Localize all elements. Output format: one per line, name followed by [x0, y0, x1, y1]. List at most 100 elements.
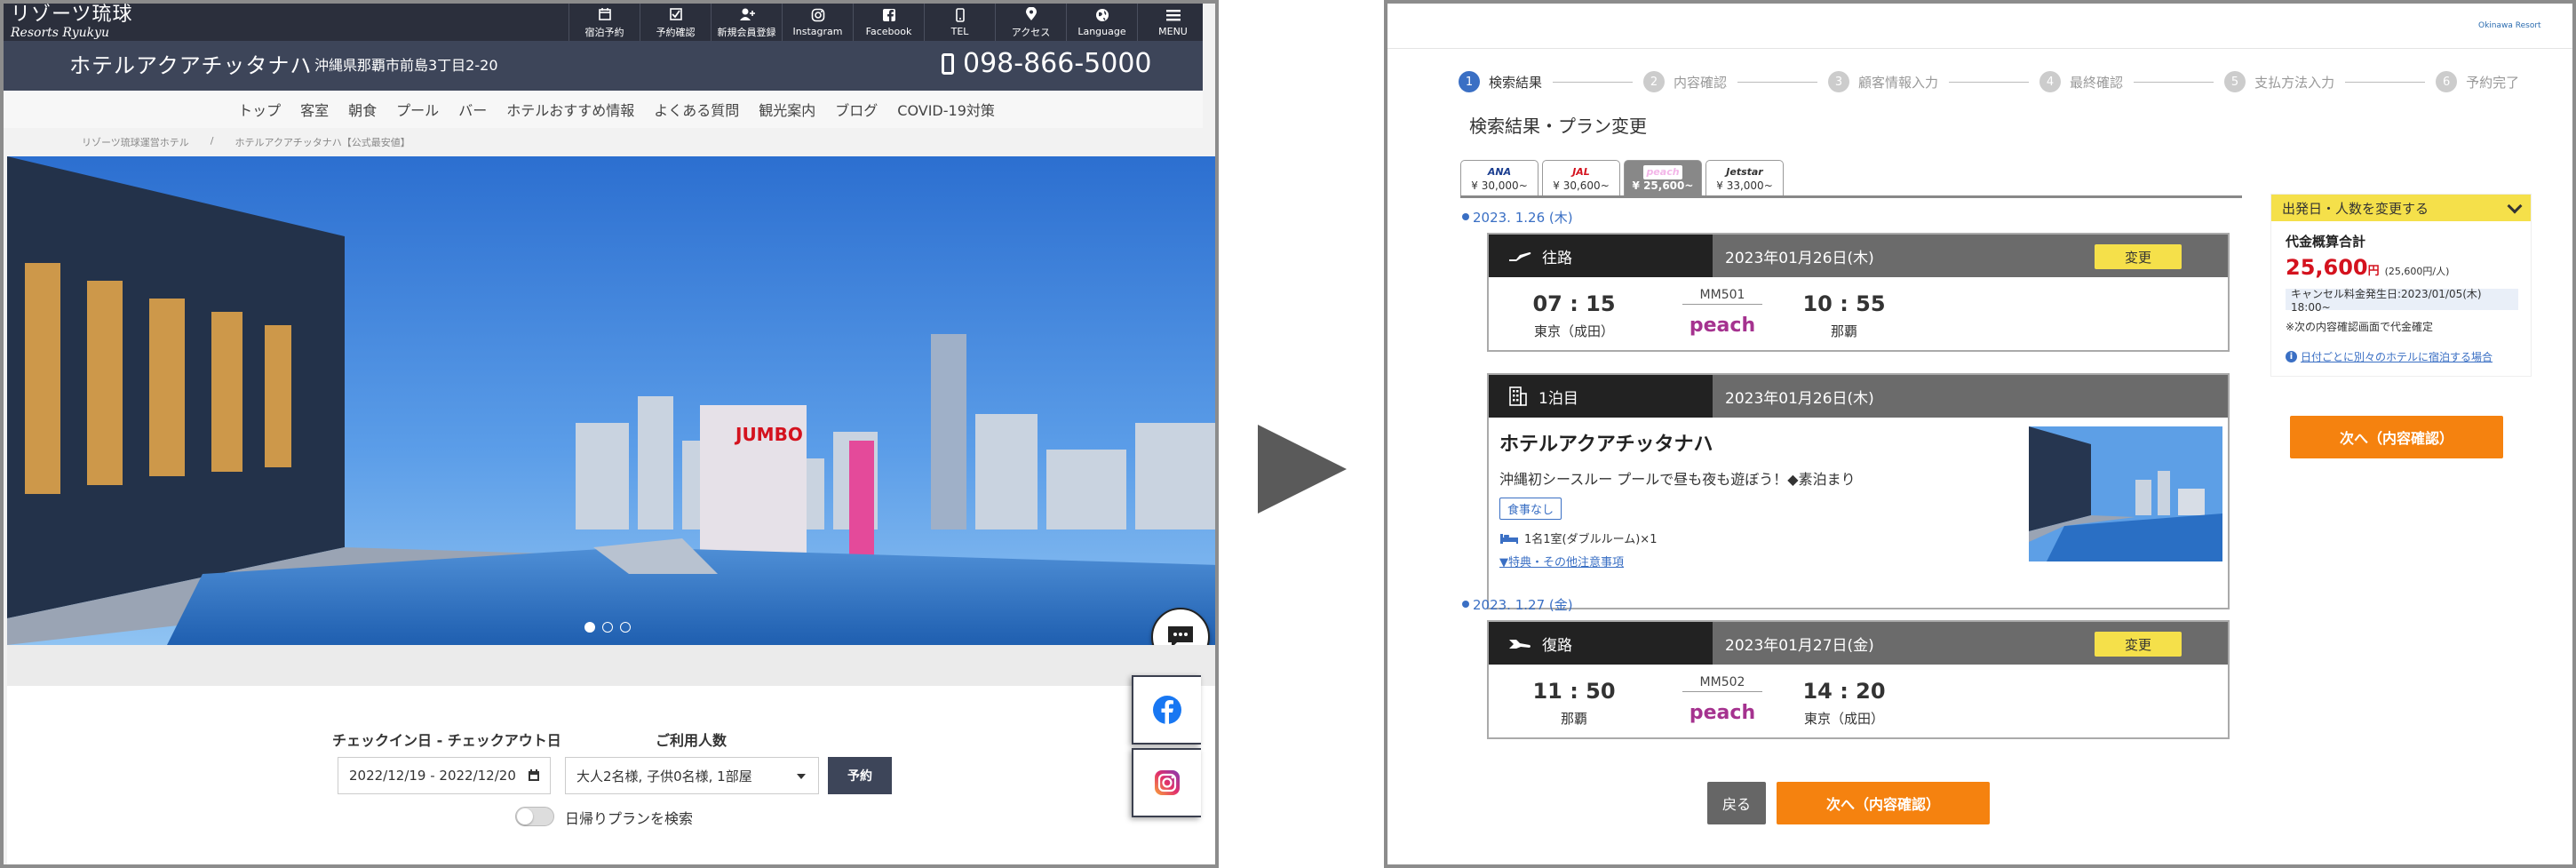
nav-label: Instagram	[792, 26, 843, 37]
nav-menu[interactable]: MENU	[1137, 4, 1208, 41]
card-type: 往路	[1489, 235, 1713, 277]
card-type-label: 1泊目	[1538, 389, 1578, 408]
menu-icon	[1165, 7, 1181, 23]
separate-hotels-link[interactable]: i 日付ごとに別々のホテルに宿泊する場合	[2286, 349, 2493, 364]
nav-reserve[interactable]: 宿泊予約	[568, 4, 640, 41]
inbound-flight-card: 復路 2023年01月27日(金) 変更 11 : 50 那覇 MM502 pe…	[1487, 620, 2230, 739]
departure-time: 07 : 15	[1532, 291, 1616, 316]
step-3: 3 顧客情報入力	[1828, 71, 2039, 92]
menu-item-faq[interactable]: よくある質問	[654, 99, 739, 120]
back-button[interactable]: 戻る	[1707, 782, 1766, 824]
tab-jal[interactable]: JAL ¥ 30,600~	[1542, 160, 1620, 195]
step-label: 検索結果	[1489, 74, 1543, 91]
menu-item-bar[interactable]: バー	[458, 99, 487, 120]
tab-ana[interactable]: ANA ¥ 30,000~	[1460, 160, 1538, 195]
page-title: 検索結果・プラン変更	[1469, 115, 1647, 137]
tab-jetstar[interactable]: Jetstar ¥ 33,000~	[1705, 160, 1784, 195]
date-range-input[interactable]: 2022/12/19 - 2022/12/20	[338, 757, 551, 794]
hotel-header: ホテルアクアチッタナハ 沖縄県那覇市前島3丁目2-20 098-866-5000	[4, 41, 1203, 91]
change-inbound-button[interactable]: 変更	[2095, 632, 2182, 657]
pin-icon	[1023, 6, 1039, 22]
guests-label: ご利用人数	[656, 732, 727, 749]
card-date-value: 2023年01月26日(木)	[1725, 249, 1874, 267]
step-connector	[1949, 81, 2030, 83]
menu-item-top[interactable]: トップ	[238, 99, 281, 120]
globe-icon	[1094, 7, 1110, 23]
benefits-link[interactable]: ▼特典・その他注意事項	[1499, 553, 1624, 569]
nav-instagram[interactable]: Instagram	[782, 4, 853, 41]
breadcrumb-item[interactable]: リゾーツ琉球運営ホテル	[82, 135, 189, 149]
plane-takeoff-icon	[1509, 252, 1531, 261]
hotel-name[interactable]: ホテルアクアチッタナハ	[69, 48, 312, 79]
hero-sign-text: JUMBO	[734, 424, 803, 445]
tab-price: ¥ 30,600~	[1553, 179, 1610, 192]
carousel-dot[interactable]	[584, 622, 595, 633]
tab-price: ¥ 30,000~	[1471, 179, 1528, 192]
menu-item-sightseeing[interactable]: 観光案内	[759, 99, 815, 120]
facebook-side-button[interactable]	[1132, 675, 1201, 745]
ana-logo-icon: ANA	[1487, 166, 1512, 178]
flight-number: MM501	[1682, 288, 1762, 305]
nav-confirm[interactable]: 予約確認	[640, 4, 711, 41]
separate-hotels-text: 日付ごとに別々のホテルに宿泊する場合	[2301, 351, 2493, 363]
nav-label: アクセス	[1011, 26, 1051, 38]
hotel-thumbnail[interactable]	[2029, 426, 2222, 561]
step-number: 6	[2436, 71, 2458, 92]
logo-japanese: リゾーツ琉球	[11, 4, 133, 26]
hero-image[interactable]: JUMBO	[7, 156, 1215, 645]
reserve-button[interactable]: 予約	[828, 757, 892, 794]
hotel-tel[interactable]: 098-866-5000	[942, 48, 1152, 79]
nav-register[interactable]: 新規会員登録	[711, 4, 782, 41]
menu-item-recommend[interactable]: ホテルおすすめ情報	[506, 99, 634, 120]
menu-item-rooms[interactable]: 客室	[300, 99, 329, 120]
card-header: 1泊目 2023年01月26日(木)	[1489, 375, 2228, 418]
top-bar: リゾーツ琉球 Resorts Ryukyu 宿泊予約 予約確認 新規会員登録 I…	[4, 4, 1203, 41]
hotel-details: ホテルアクアチッタナハ 沖縄初シースルー プールで昼も夜も遊ぼう！◆素泊まり 食…	[1489, 418, 2228, 608]
jetstar-logo-icon: Jetstar	[1726, 166, 1763, 178]
step-number: 5	[2224, 71, 2246, 92]
change-dates-label: 出発日・人数を変更する	[2282, 200, 2429, 217]
step-connector	[2345, 81, 2426, 83]
menu-item-pool[interactable]: プール	[396, 99, 439, 120]
resorts-ryukyu-logo[interactable]: リゾーツ琉球 Resorts Ryukyu	[11, 4, 144, 40]
info-icon: i	[2286, 351, 2297, 362]
menu-item-covid[interactable]: COVID-19対策	[897, 99, 995, 120]
menu-item-breakfast[interactable]: 朝食	[348, 99, 377, 120]
section-divider	[7, 645, 1215, 686]
nav-facebook[interactable]: Facebook	[853, 4, 924, 41]
transition-arrow-icon	[1258, 425, 1347, 514]
date-range-value: 2022/12/19 - 2022/12/20	[349, 768, 516, 784]
dayuse-toggle[interactable]	[515, 807, 554, 826]
guests-select[interactable]: 大人2名様, 子供0名様, 1部屋	[565, 757, 819, 794]
nav-access[interactable]: アクセス	[995, 4, 1066, 41]
instagram-icon	[810, 7, 826, 23]
card-type: 復路	[1489, 622, 1713, 665]
carousel-dot[interactable]	[620, 622, 631, 633]
chevron-down-icon	[2507, 198, 2523, 214]
room-info-text: 1名1室(ダブルルーム)×1	[1524, 533, 1658, 546]
carousel-dot[interactable]	[602, 622, 613, 633]
menu-item-blog[interactable]: ブログ	[835, 99, 878, 120]
tab-peach[interactable]: peach ¥ 25,600~	[1624, 160, 1702, 195]
change-outbound-button[interactable]: 変更	[2095, 244, 2182, 269]
phone-icon	[942, 52, 954, 75]
next-button-side[interactable]: 次へ（内容確認）	[2290, 416, 2503, 458]
nav-language[interactable]: Language	[1066, 4, 1137, 41]
card-date-value: 2023年01月27日(金)	[1725, 636, 1874, 655]
flight-details: 11 : 50 那覇 MM502 peach 14 : 20 東京（成田）	[1489, 665, 2228, 737]
instagram-side-button[interactable]	[1132, 748, 1201, 817]
card-type: 1泊目	[1489, 375, 1713, 418]
guests-value: 大人2名様, 子供0名様, 1部屋	[576, 768, 752, 784]
next-button-bottom[interactable]: 次へ（内容確認）	[1777, 782, 1990, 824]
instagram-icon	[1155, 770, 1180, 795]
carousel-dots	[584, 622, 631, 633]
nav-tel[interactable]: TEL	[924, 4, 995, 41]
change-dates-toggle[interactable]: 出発日・人数を変更する	[2271, 195, 2531, 221]
step-label: 支払方法入力	[2254, 74, 2335, 91]
brand-logo: Okinawa Resort	[2478, 21, 2541, 30]
card-type-label: 復路	[1542, 636, 1572, 655]
chevron-down-icon	[797, 774, 806, 779]
header-divider	[1387, 48, 2572, 49]
step-label: 最終確認	[2070, 74, 2124, 91]
hotel-stay-card: 1泊目 2023年01月26日(木) ホテルアクアチッタナハ 沖縄初シースルー …	[1487, 373, 2230, 609]
